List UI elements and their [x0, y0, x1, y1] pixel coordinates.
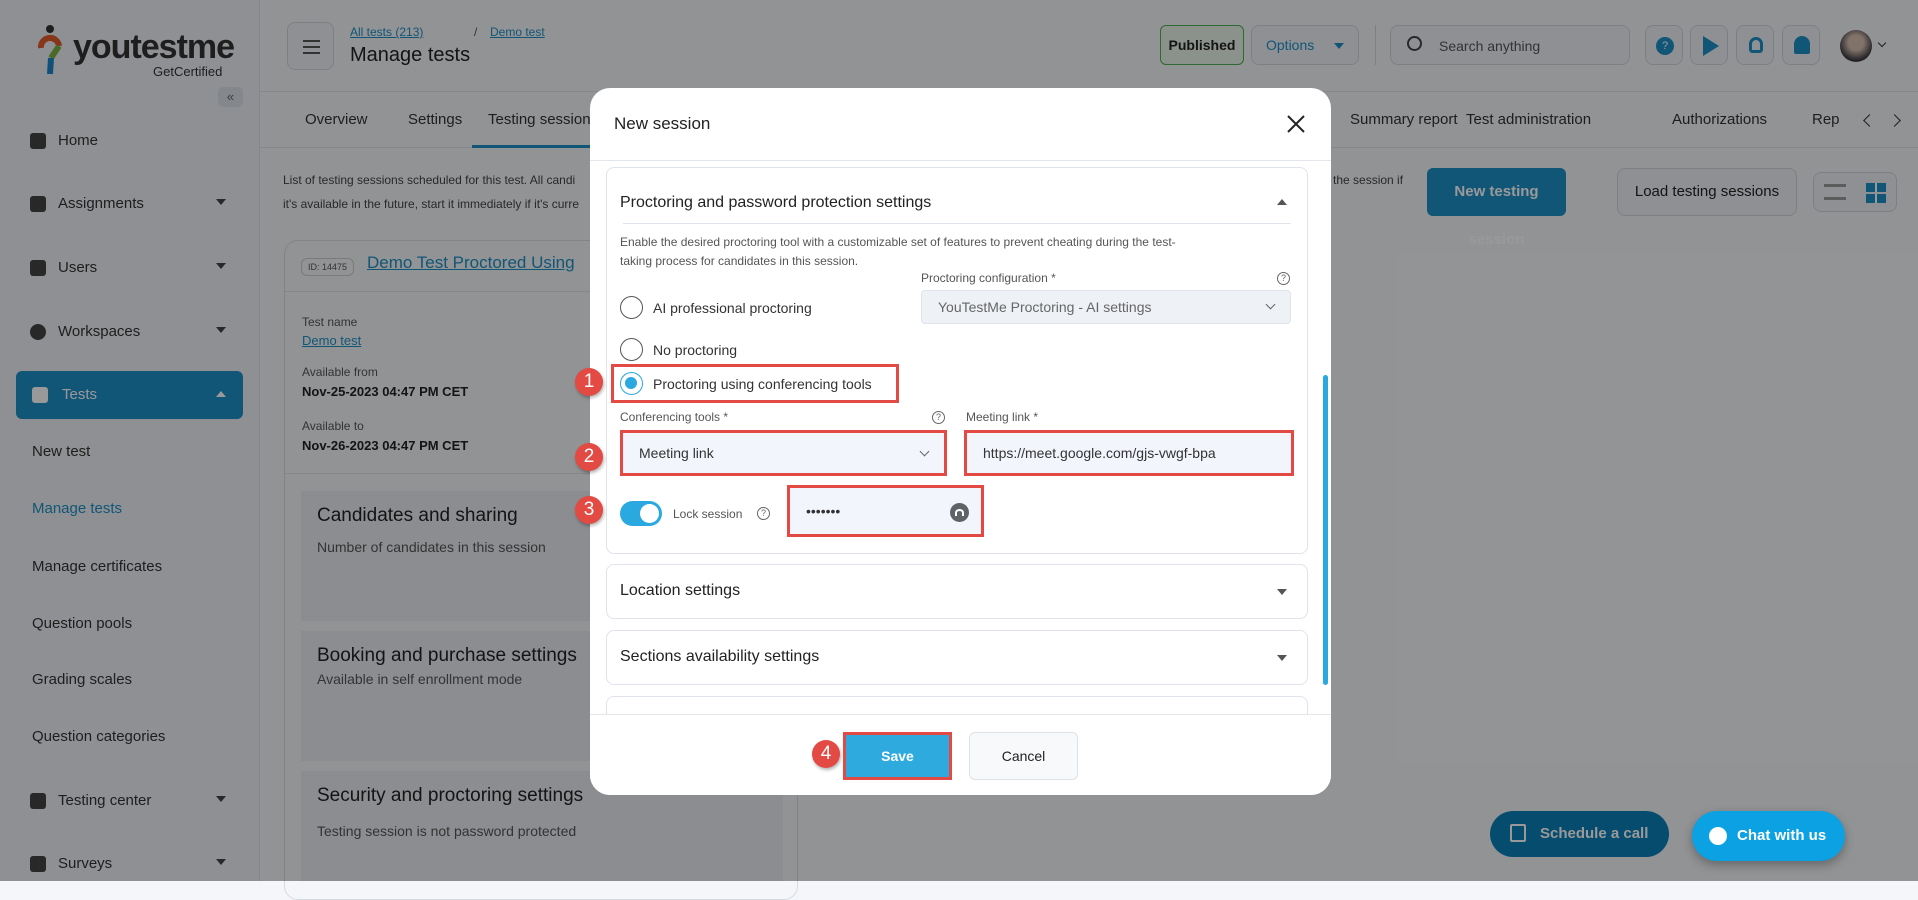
annotation-badge-2: 2 [575, 443, 603, 471]
sections-availability-panel[interactable]: Sections availability settings [606, 630, 1308, 685]
meeting-link-input[interactable]: https://meet.google.com/gjs-vwgf-bpa [964, 430, 1294, 476]
radio-label: AI professional proctoring [653, 300, 812, 316]
radio-no-proctoring[interactable] [620, 338, 643, 361]
panel-title: Location settings [620, 582, 741, 599]
toggle-knob [640, 504, 659, 523]
annotation-badge-4: 4 [812, 740, 840, 768]
radio-label: Proctoring using conferencing tools [653, 376, 872, 392]
help-icon[interactable]: ? [932, 411, 945, 424]
save-button[interactable]: Save [843, 732, 952, 780]
panel-description: Enable the desired proctoring tool with … [620, 235, 1176, 268]
cancel-button[interactable]: Cancel [969, 732, 1078, 780]
panel-title[interactable]: Proctoring and password protection setti… [620, 194, 931, 212]
eye-icon[interactable] [950, 503, 969, 522]
proctoring-panel: Proctoring and password protection setti… [606, 167, 1308, 554]
label: Chat with us [1737, 827, 1827, 844]
select-value: Meeting link [639, 445, 714, 461]
password-value: ••••••• [806, 503, 841, 519]
help-icon[interactable]: ? [757, 507, 770, 520]
chevron-down-icon [1265, 299, 1276, 310]
session-password-input[interactable]: ••••••• [787, 485, 984, 537]
modal-title: New session [614, 114, 711, 133]
meeting-link-label: Meeting link * [966, 410, 1039, 424]
chevron-down-icon [919, 446, 930, 457]
chat-bubble-icon [1709, 827, 1727, 845]
chevron-up-icon[interactable] [1277, 199, 1287, 205]
conferencing-tools-label: Conferencing tools * [620, 410, 729, 424]
modal-footer: 4 Save Cancel [590, 714, 1331, 795]
divider [623, 223, 1291, 224]
close-icon[interactable] [1287, 115, 1305, 133]
proctoring-config-select[interactable]: YouTestMe Proctoring - AI settings [921, 290, 1291, 324]
new-session-modal: New session Proctoring and password prot… [590, 88, 1331, 795]
chevron-down-icon [1277, 589, 1287, 595]
lock-session-toggle[interactable] [620, 501, 662, 526]
select-value: YouTestMe Proctoring - AI settings [938, 299, 1152, 315]
radio-label: No proctoring [653, 342, 738, 358]
lock-session-label: Lock session [673, 507, 743, 521]
location-settings-panel[interactable]: Location settings [606, 564, 1308, 619]
chevron-down-icon [1277, 655, 1287, 661]
annotation-badge-1: 1 [575, 368, 603, 396]
conferencing-tools-select[interactable]: Meeting link [620, 430, 947, 476]
config-label: Proctoring configuration * [921, 271, 1056, 285]
annotation-badge-3: 3 [575, 496, 603, 524]
help-icon[interactable]: ? [1277, 272, 1290, 285]
panel-title: Sections availability settings [620, 648, 820, 665]
divider [590, 160, 1331, 161]
radio-ai-proctoring[interactable] [620, 296, 643, 319]
chat-button[interactable]: Chat with us [1692, 811, 1845, 861]
input-value: https://meet.google.com/gjs-vwgf-bpa [983, 445, 1216, 461]
scrollbar[interactable] [1323, 375, 1328, 685]
radio-conferencing-tools[interactable] [620, 372, 643, 395]
